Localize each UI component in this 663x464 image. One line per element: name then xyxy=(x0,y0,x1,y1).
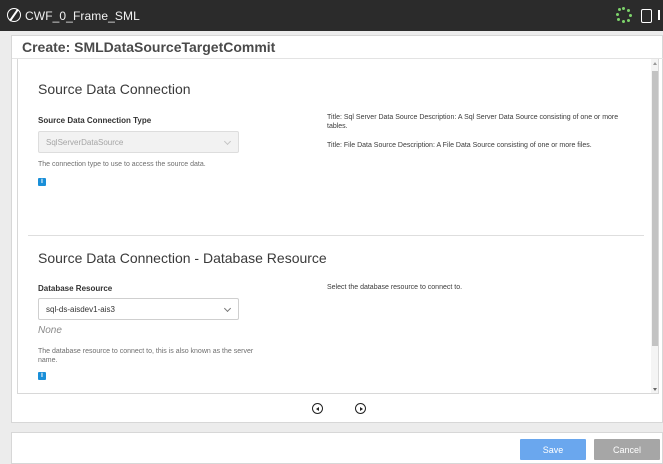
scrollbar-thumb[interactable] xyxy=(652,71,658,346)
database-resource-none: None xyxy=(38,325,62,336)
vertical-scrollbar[interactable] xyxy=(651,59,658,393)
database-resource-select[interactable]: sql-ds-aisdev1-ais3 xyxy=(38,298,239,320)
form-scroll-area[interactable]: Source Data Connection Source Data Conne… xyxy=(17,59,659,394)
clipboard-icon[interactable] xyxy=(638,7,654,23)
database-resource-value: sql-ds-aisdev1-ais3 xyxy=(46,305,115,314)
scroll-up-icon[interactable] xyxy=(653,62,657,65)
info-icon[interactable]: i xyxy=(38,178,46,186)
create-dialog: Create: SMLDataSourceTargetCommit Source… xyxy=(11,35,663,423)
dialog-header: Create: SMLDataSourceTargetCommit xyxy=(12,36,663,59)
menu-icon[interactable] xyxy=(656,7,663,23)
chevron-down-icon xyxy=(223,137,232,146)
app-logo-icon xyxy=(7,8,21,22)
section-heading-source-data-connection: Source Data Connection xyxy=(38,81,191,97)
info-icon[interactable]: i xyxy=(38,372,46,380)
file-source-description: Title: File Data Source Description: A F… xyxy=(327,142,592,149)
dialog-footer: Save Cancel xyxy=(11,432,663,464)
database-resource-description: Select the database resource to connect … xyxy=(327,284,463,291)
chevron-down-icon xyxy=(223,304,232,313)
database-resource-label: Database Resource xyxy=(38,284,113,293)
section-heading-database-resource: Source Data Connection - Database Resour… xyxy=(38,250,327,266)
connection-type-value: SqlServerDataSource xyxy=(46,138,124,147)
dialog-title: Create: SMLDataSourceTargetCommit xyxy=(22,39,276,55)
previous-page-icon[interactable] xyxy=(312,403,323,414)
loading-spinner-icon xyxy=(616,7,632,23)
cancel-button[interactable]: Cancel xyxy=(594,439,660,460)
sql-server-description: Title: Sql Server Data Source Descriptio… xyxy=(327,114,619,130)
window-title: CWF_0_Frame_SML xyxy=(25,9,140,23)
scroll-down-icon[interactable] xyxy=(653,388,657,391)
database-resource-helper: The database resource to connect to, thi… xyxy=(38,348,254,364)
connection-type-helper: The connection type to use to access the… xyxy=(38,161,206,168)
save-button[interactable]: Save xyxy=(520,439,586,460)
connection-type-select: SqlServerDataSource xyxy=(38,131,239,153)
connection-type-label: Source Data Connection Type xyxy=(38,116,152,125)
window-titlebar: CWF_0_Frame_SML xyxy=(0,0,663,31)
next-page-icon[interactable] xyxy=(355,403,366,414)
section-divider xyxy=(28,235,644,236)
